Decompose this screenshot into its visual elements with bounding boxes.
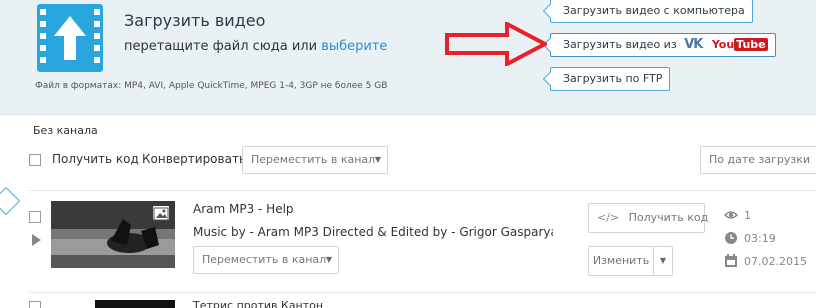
video-views: 1 <box>744 209 751 222</box>
calendar-icon <box>725 254 737 267</box>
video-edit-button[interactable]: Изменить <box>588 246 654 276</box>
video-get-code-button[interactable]: </> Получить код <box>588 203 708 233</box>
video-get-code-label: Получить код <box>628 211 709 224</box>
choose-file-link[interactable]: выберите <box>321 39 387 54</box>
select-all-checkbox[interactable] <box>29 154 41 166</box>
supported-formats: Файл в форматах: MP4, AVI, Apple QuickTi… <box>35 81 388 91</box>
video-select-checkbox[interactable] <box>29 301 41 308</box>
channel-name: Без канала <box>33 124 98 137</box>
clock-icon <box>725 232 737 244</box>
video-select-checkbox[interactable] <box>29 211 41 223</box>
chevron-down-icon: ▼ <box>374 155 381 164</box>
get-code-action[interactable]: Получить код <box>52 152 139 166</box>
upload-from-services-label: Загрузить видео из <box>563 38 677 51</box>
upload-from-services-button[interactable]: Загрузить видео из VK You Tube <box>550 33 776 57</box>
upload-hint: перетащите файл сюда или выберите <box>124 39 387 54</box>
move-to-channel-placeholder: Переместить в канал <box>251 153 376 166</box>
divider <box>29 190 816 191</box>
eye-icon <box>724 211 738 219</box>
move-to-channel-select[interactable]: Переместить в канал ▼ <box>242 146 388 174</box>
convert-action[interactable]: Конвертировать <box>142 152 246 166</box>
code-icon: </> <box>597 211 620 224</box>
upload-via-ftp-label: Загрузить по FTP <box>563 72 663 85</box>
divider <box>29 292 816 293</box>
video-title[interactable]: Тетрис против Кантон <box>193 299 323 308</box>
chevron-down-icon: ▼ <box>325 255 332 264</box>
upload-via-ftp-button[interactable]: Загрузить по FTP <box>550 67 671 91</box>
youtube-logo: You Tube <box>712 34 768 56</box>
youtube-logo-tube: Tube <box>734 38 768 51</box>
video-move-to-channel-select[interactable]: Переместить в канал ▼ <box>193 246 339 274</box>
upload-title: Загрузить видео <box>124 11 266 30</box>
sort-select[interactable]: По дате загрузки <box>700 146 816 174</box>
video-description: Music by - Aram MP3 Directed & Edited by… <box>193 225 553 239</box>
image-icon <box>153 206 169 221</box>
youtube-logo-you: You <box>711 38 735 51</box>
video-title[interactable]: Aram MP3 - Help <box>193 202 294 216</box>
red-arrow-icon <box>445 22 547 66</box>
row-marker <box>0 186 21 216</box>
video-upload-date: 07.02.2015 <box>744 255 807 268</box>
upload-video-icon[interactable] <box>37 4 103 72</box>
upload-from-computer-label: Загрузить видео с компьютера <box>563 4 745 17</box>
video-duration: 03:19 <box>744 232 776 245</box>
video-thumbnail[interactable] <box>51 201 175 268</box>
video-edit-menu-button[interactable]: ▼ <box>653 246 673 276</box>
upload-hint-text: перетащите файл сюда или <box>124 39 318 54</box>
video-thumbnail[interactable] <box>95 300 175 308</box>
upload-from-computer-button[interactable]: Загрузить видео с компьютера <box>550 0 753 23</box>
sort-select-value: По дате загрузки <box>709 153 811 166</box>
chevron-down-icon: ▼ <box>659 256 667 265</box>
video-edit-label: Изменить <box>592 254 650 267</box>
video-move-placeholder: Переместить в канал <box>202 253 327 266</box>
vk-logo: VK <box>684 37 703 52</box>
expand-row-icon[interactable] <box>32 234 41 246</box>
upload-panel: Загрузить видео перетащите файл сюда или… <box>0 0 816 115</box>
